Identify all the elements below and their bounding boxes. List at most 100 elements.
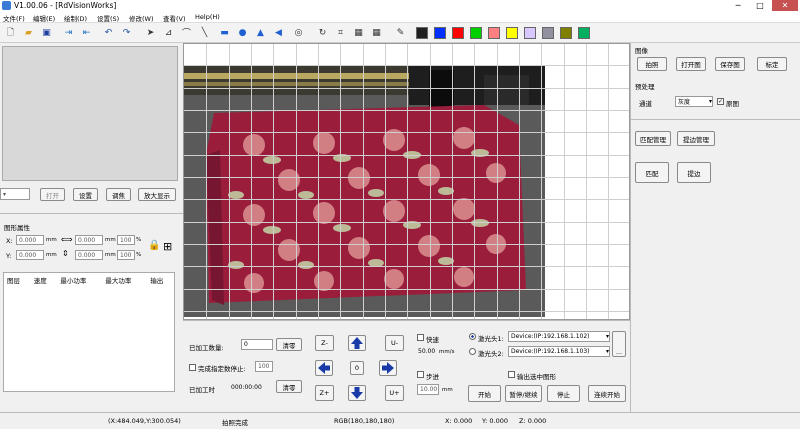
minimize-icon[interactable]: ─ <box>728 0 748 11</box>
continuous-start-button[interactable]: 连续开始 <box>588 385 626 402</box>
pause-resume-button[interactable]: 暂停/继续 <box>505 385 542 402</box>
camera-select[interactable]: ▾ <box>0 188 30 200</box>
color-swatch-black[interactable] <box>416 27 428 39</box>
grid-icon[interactable]: ▦ <box>352 26 365 39</box>
export-icon[interactable]: ⇤ <box>80 26 93 39</box>
z-minus-button[interactable]: Z- <box>315 335 334 351</box>
u-minus-button[interactable]: U- <box>385 335 404 351</box>
maximize-icon[interactable]: □ <box>750 0 770 11</box>
stop-button[interactable]: 停止 <box>547 385 580 402</box>
arrow-left-button[interactable] <box>315 360 333 376</box>
width-percent-field[interactable]: 100 <box>117 235 135 245</box>
camera-canvas[interactable] <box>183 43 630 320</box>
menu-modify[interactable]: 修改(W) <box>129 13 154 23</box>
node-edit-icon[interactable]: ⊿ <box>162 26 175 39</box>
u-plus-button[interactable]: U+ <box>385 385 404 401</box>
arrow-up-button[interactable] <box>348 335 366 351</box>
import-icon[interactable]: ⇥ <box>62 26 75 39</box>
spiral-icon[interactable]: ◎ <box>292 26 305 39</box>
start-button[interactable]: 开始 <box>468 385 501 402</box>
step-checkbox[interactable] <box>417 371 424 378</box>
color-swatch-lavender[interactable] <box>524 27 536 39</box>
channel-select[interactable]: 灰度 ▾ <box>675 96 713 107</box>
processed-count-label: 已加工数量: <box>189 344 224 352</box>
preview-area <box>2 46 178 181</box>
color-swatch-teal[interactable] <box>578 27 590 39</box>
y-field[interactable]: 0.000 <box>16 250 44 260</box>
grid-icon[interactable]: ▦ <box>370 26 383 39</box>
left-triangle-icon[interactable]: ◀ <box>272 26 285 39</box>
triangle-icon[interactable]: ▲ <box>254 26 267 39</box>
arrow-right-button[interactable] <box>379 360 397 376</box>
undo-icon[interactable]: ↶ <box>102 26 115 39</box>
rectangle-icon[interactable]: ▬ <box>218 26 231 39</box>
laser1-device-select[interactable]: Device:(IP:192.168.1.102) ▾ <box>508 331 610 342</box>
menu-file[interactable]: 文件(F) <box>3 13 25 23</box>
settings-button[interactable]: 设置 <box>73 188 98 201</box>
original-checkbox[interactable]: ✓ <box>717 98 724 105</box>
color-swatch-pink[interactable] <box>488 27 500 39</box>
arrow-down-icon <box>351 387 363 399</box>
color-swatch-blue[interactable] <box>434 27 446 39</box>
z-plus-button[interactable]: Z+ <box>315 385 334 401</box>
curve-icon[interactable]: ⌒ <box>180 26 193 39</box>
menu-settings[interactable]: 设置(S) <box>97 13 119 23</box>
x-field[interactable]: 0.000 <box>16 235 44 245</box>
color-swatch-red[interactable] <box>452 27 464 39</box>
magnify-button[interactable]: 放大显示 <box>138 188 176 201</box>
color-swatch-olive[interactable] <box>560 27 572 39</box>
match-button[interactable]: 匹配 <box>635 162 669 183</box>
color-swatch-green[interactable] <box>470 27 482 39</box>
eyedropper-icon[interactable]: ✎ <box>394 26 407 39</box>
mm-label: mm <box>105 237 116 243</box>
height-percent-field[interactable]: 100 <box>117 250 135 260</box>
laser2-device-select[interactable]: Device:(IP:192.168.1.103) ▾ <box>508 346 610 357</box>
more-button[interactable]: ... <box>612 331 626 357</box>
clear-count-button[interactable]: 清零 <box>276 338 302 351</box>
stop-after-label: 完成指定数停止: <box>198 365 246 373</box>
save-image-button[interactable]: 保存图 <box>715 57 745 71</box>
fast-checkbox[interactable] <box>417 334 424 341</box>
menu-help[interactable]: Help(H) <box>195 13 220 21</box>
color-swatch-yellow[interactable] <box>506 27 518 39</box>
match-manage-button[interactable]: 匹配管理 <box>635 131 671 146</box>
align-icon[interactable]: ⊞ <box>163 240 172 253</box>
edge-manage-button[interactable]: 提边管理 <box>677 131 715 146</box>
width-field[interactable]: 0.000 <box>75 235 103 245</box>
crop-icon[interactable]: ⌗ <box>334 26 347 39</box>
output-selected-checkbox[interactable] <box>508 371 515 378</box>
edge-button[interactable]: 提边 <box>677 162 711 183</box>
lock-icon[interactable]: 🔒 <box>148 240 160 251</box>
save-icon[interactable]: ▣ <box>40 26 53 39</box>
adjust-focus-button[interactable]: 调焦 <box>106 188 131 201</box>
open-folder-icon[interactable]: ▰ <box>22 26 35 39</box>
laser1-radio[interactable] <box>469 333 476 340</box>
ellipse-icon[interactable]: ● <box>236 26 249 39</box>
center-button[interactable]: 0 <box>350 361 364 375</box>
menu-draw[interactable]: 绘制(D) <box>64 13 87 23</box>
redo-icon[interactable]: ↷ <box>120 26 133 39</box>
stop-after-field[interactable]: 100 <box>255 361 273 372</box>
open-image-button[interactable]: 打开图 <box>676 57 706 71</box>
new-file-icon[interactable]: 🗋 <box>4 26 17 39</box>
clear-time-button[interactable]: 清零 <box>276 380 302 393</box>
app-icon <box>2 1 11 10</box>
arrow-down-button[interactable] <box>348 385 366 401</box>
open-button[interactable]: 打开 <box>40 188 65 201</box>
cursor-coords: (X:484.049,Y:300.054) <box>108 417 181 425</box>
channel-label: 通道 <box>639 100 652 108</box>
menu-edit[interactable]: 编辑(E) <box>33 13 55 23</box>
stop-after-checkbox[interactable] <box>189 364 196 371</box>
calibrate-button[interactable]: 标定 <box>757 57 787 71</box>
select-arrow-icon[interactable]: ➤ <box>144 26 157 39</box>
capture-button[interactable]: 拍照 <box>637 57 667 71</box>
height-field[interactable]: 0.000 <box>75 250 103 260</box>
x-position: X: 0.000 <box>445 417 473 425</box>
menu-view[interactable]: 查看(V) <box>163 13 186 23</box>
color-swatch-gray[interactable] <box>542 27 554 39</box>
line-icon[interactable]: ╲ <box>198 26 211 39</box>
lasso-icon[interactable]: ↻ <box>316 26 329 39</box>
close-icon[interactable]: ✕ <box>772 0 798 11</box>
step-field[interactable]: 10.00 <box>417 384 439 395</box>
laser2-radio[interactable] <box>469 348 476 355</box>
